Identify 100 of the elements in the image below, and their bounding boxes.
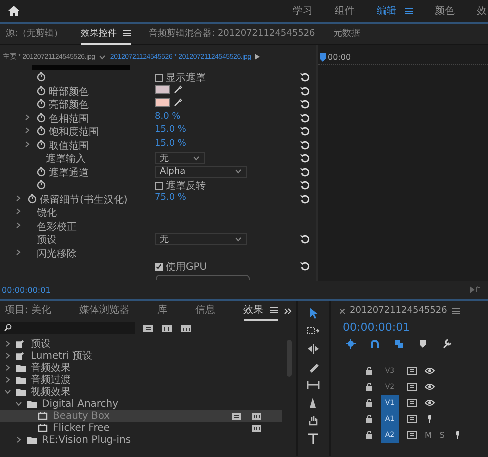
value-field[interactable]: 15.0 % [155, 125, 186, 135]
tree-label[interactable]: Digital Anarchy [42, 398, 119, 410]
accelerated-effects-icon[interactable] [143, 324, 154, 332]
color-swatch[interactable] [155, 98, 170, 107]
marker-icon[interactable] [418, 339, 428, 349]
lock-icon[interactable] [366, 431, 373, 439]
tree-label[interactable]: Lumetri 预设 [31, 349, 93, 363]
panel-tab[interactable]: 效果 [244, 301, 278, 321]
eye-icon[interactable] [425, 367, 435, 375]
stopwatch-icon[interactable] [28, 194, 37, 204]
dropdown[interactable]: Alpha [155, 166, 247, 178]
panel-tab[interactable]: 元数据 [333, 24, 360, 44]
reset-icon[interactable] [300, 126, 310, 136]
tree-label[interactable]: 音频效果 [31, 361, 71, 375]
sync-lock-icon[interactable] [407, 431, 417, 439]
workspace-tab[interactable]: 编辑 [377, 4, 413, 18]
panel-tab[interactable]: 媒体浏览器 [80, 301, 130, 321]
value-field[interactable]: 15.0 % [155, 138, 186, 148]
snap-icon[interactable] [370, 339, 380, 349]
lock-icon[interactable] [366, 383, 373, 391]
workspace-tab[interactable]: 效 [477, 4, 487, 18]
reset-icon[interactable] [300, 72, 310, 82]
tree-label[interactable]: 预设 [31, 337, 51, 351]
workspace-tab[interactable]: 颜色 [435, 4, 455, 18]
eyedropper-icon[interactable] [174, 98, 183, 107]
menu-icon[interactable] [405, 8, 413, 14]
lock-icon[interactable] [366, 399, 373, 407]
reset-icon[interactable] [300, 112, 310, 122]
solo-button[interactable]: S [440, 430, 445, 440]
timecode[interactable]: 00:00:00:01 [2, 286, 51, 294]
color-swatch[interactable] [155, 84, 170, 94]
mute-button[interactable]: M [425, 430, 432, 440]
sync-lock-icon[interactable] [407, 399, 417, 407]
stopwatch-icon[interactable] [37, 180, 46, 190]
reset-icon[interactable] [300, 153, 310, 163]
panel-tab[interactable]: 项目: 美化 [5, 301, 52, 321]
playhead-icon[interactable] [320, 52, 326, 62]
checkbox[interactable] [155, 263, 163, 271]
reset-icon[interactable] [300, 261, 310, 271]
track-select-icon[interactable] [307, 325, 320, 337]
reset-icon[interactable] [300, 166, 310, 176]
reset-icon[interactable] [300, 194, 310, 204]
reset-icon[interactable] [300, 180, 310, 190]
workspace-tab[interactable]: 组件 [335, 4, 355, 18]
panel-tab[interactable]: 效果控件 [81, 24, 132, 44]
effect-item[interactable]: Beauty Box [0, 410, 282, 422]
lock-icon[interactable] [366, 415, 373, 423]
value-field[interactable]: 8.0 % [155, 112, 181, 122]
close-icon[interactable] [340, 308, 345, 314]
value-field[interactable]: 75.0 % [155, 192, 186, 202]
panel-tab[interactable]: 音频剪辑混合器: 20120721124545526 [149, 24, 316, 44]
checkbox[interactable] [155, 182, 163, 190]
type-tool-icon[interactable] [307, 433, 320, 445]
32-bit-effects-icon[interactable] [162, 324, 173, 332]
stopwatch-icon[interactable] [37, 166, 46, 176]
menu-icon[interactable] [123, 30, 132, 36]
dropdown[interactable]: 无 [155, 152, 205, 164]
sync-lock-icon[interactable] [407, 383, 417, 391]
slip-tool-icon[interactable] [307, 379, 320, 391]
checkbox[interactable] [155, 74, 163, 82]
hand-tool-icon[interactable] [307, 415, 320, 427]
linked-selection-icon[interactable] [394, 339, 404, 349]
eyedropper-icon[interactable] [174, 84, 183, 94]
play-icon[interactable] [255, 54, 260, 60]
overflow-icon[interactable] [284, 308, 292, 314]
menu-icon[interactable] [270, 306, 278, 314]
reset-icon[interactable] [300, 234, 310, 244]
timecode[interactable]: 00:00:00:01 [331, 321, 488, 335]
nest-icon[interactable] [346, 339, 356, 349]
yuv-effects-icon[interactable] [181, 324, 192, 332]
tree-label[interactable]: 视频效果 [31, 385, 71, 399]
eye-icon[interactable] [425, 399, 435, 407]
wrench-icon[interactable] [442, 339, 452, 349]
stopwatch-icon[interactable] [37, 99, 46, 109]
home-icon[interactable] [8, 5, 20, 17]
sequence-tab[interactable]: 20120721124545526 [350, 306, 448, 316]
reset-icon[interactable] [300, 140, 310, 150]
ripple-edit-icon[interactable] [307, 343, 320, 355]
stopwatch-icon[interactable] [37, 72, 46, 82]
lock-icon[interactable] [366, 367, 373, 375]
panel-tab[interactable]: 源:（无剪辑） [6, 24, 64, 44]
dropdown[interactable]: 无 [155, 233, 247, 245]
stopwatch-icon[interactable] [37, 86, 46, 96]
stopwatch-icon[interactable] [37, 140, 46, 150]
export-audio-icon[interactable] [470, 286, 482, 294]
chevron-icon[interactable] [99, 54, 106, 60]
menu-icon[interactable] [452, 308, 460, 314]
workspace-tab[interactable]: 学习 [293, 4, 313, 18]
eye-icon[interactable] [425, 383, 435, 391]
tree-label[interactable]: RE:Vision Plug-ins [42, 434, 132, 446]
effect-item[interactable]: Flicker Free [0, 422, 296, 434]
reset-icon[interactable] [300, 99, 310, 109]
sync-lock-icon[interactable] [407, 415, 417, 423]
tree-label[interactable]: 音频过渡 [31, 373, 71, 387]
sync-lock-icon[interactable] [407, 367, 417, 375]
selection-tool-icon[interactable] [307, 307, 320, 319]
reset-icon[interactable] [300, 86, 310, 96]
panel-tab[interactable]: 库 [158, 301, 168, 321]
search-field[interactable] [0, 322, 135, 334]
stopwatch-icon[interactable] [37, 112, 46, 122]
